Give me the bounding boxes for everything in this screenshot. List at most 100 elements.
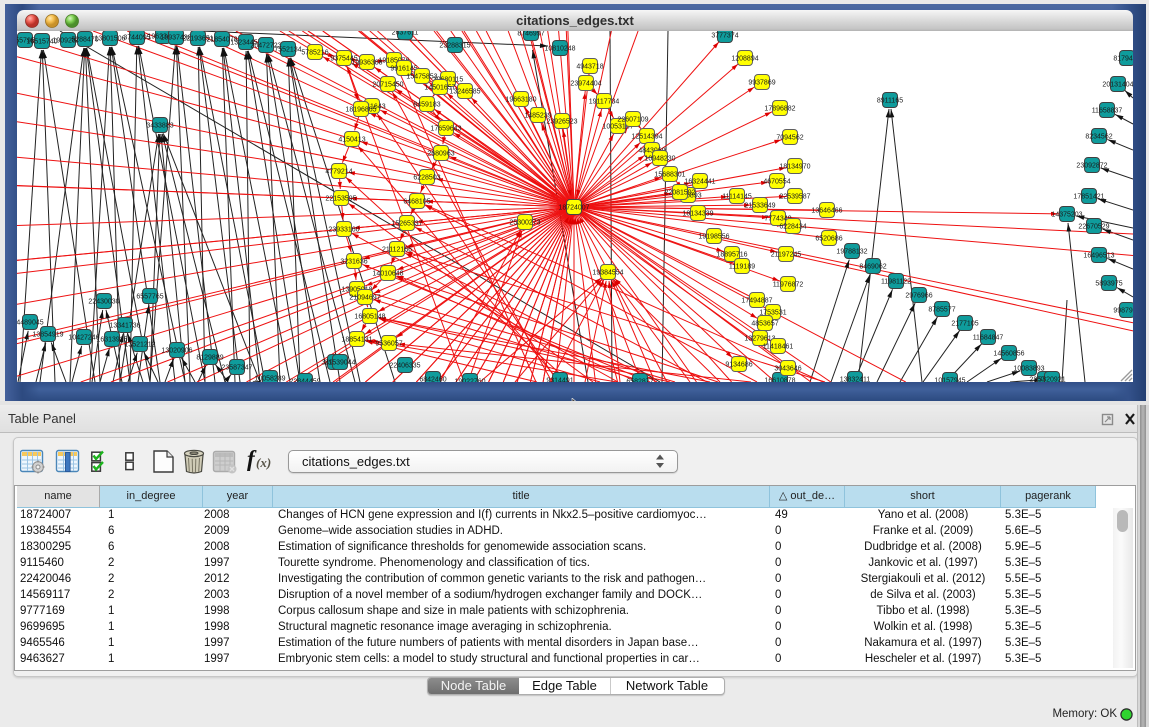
svg-text:4670554: 4670554 (763, 179, 790, 186)
svg-text:22670529: 22670529 (1078, 224, 1109, 231)
svg-text:4779214: 4779214 (325, 169, 352, 176)
svg-text:11684847: 11684847 (973, 335, 1004, 342)
svg-text:7094562: 7094562 (776, 135, 803, 142)
svg-text:23288315: 23288315 (439, 43, 470, 50)
svg-text:2680963: 2680963 (427, 151, 454, 158)
svg-text:8746997: 8746997 (517, 31, 544, 38)
svg-text:10058289: 10058289 (254, 376, 285, 383)
svg-text:19788132: 19788132 (836, 249, 867, 256)
svg-text:20131404: 20131404 (1102, 82, 1133, 89)
svg-text:13801506: 13801506 (94, 36, 125, 43)
svg-text:8469062: 8469062 (859, 264, 886, 271)
svg-text:3043646: 3043646 (774, 366, 801, 373)
svg-text:3231636: 3231636 (340, 259, 367, 266)
svg-text:21094697: 21094697 (349, 295, 380, 302)
svg-text:18134339: 18134339 (682, 211, 713, 218)
svg-text:22430030: 22430030 (88, 299, 119, 306)
svg-text:10948230: 10948230 (644, 156, 675, 163)
svg-text:11981122: 11981122 (881, 279, 911, 286)
svg-text:18134970: 18134970 (779, 164, 810, 171)
svg-text:6228503: 6228503 (413, 175, 440, 182)
svg-text:4943718: 4943718 (576, 64, 603, 71)
svg-text:22844459: 22844459 (289, 379, 320, 383)
svg-text:9937869: 9937869 (748, 80, 775, 87)
svg-text:13020906: 13020906 (161, 348, 192, 355)
svg-text:3777374: 3777374 (711, 33, 738, 40)
svg-text:11976872: 11976872 (773, 282, 804, 289)
svg-text:18895716: 18895716 (716, 252, 747, 259)
svg-text:22539587: 22539587 (779, 194, 810, 201)
svg-text:22081592: 22081592 (664, 190, 695, 197)
svg-text:6582877: 6582877 (626, 379, 653, 383)
svg-text:23926523: 23926523 (546, 119, 577, 126)
svg-text:16610878: 16610878 (764, 378, 795, 383)
svg-text:8129889: 8129889 (196, 355, 223, 362)
svg-text:10083893: 10083893 (1013, 366, 1044, 373)
svg-text:23933160: 23933160 (328, 227, 359, 234)
svg-text:23974404: 23974404 (570, 81, 601, 88)
svg-text:5785216: 5785216 (301, 50, 328, 57)
svg-text:2976966: 2976966 (905, 293, 932, 300)
svg-text:17896882: 17896882 (764, 106, 795, 113)
svg-text:13832411: 13832411 (840, 377, 871, 383)
svg-text:17494887: 17494887 (741, 298, 772, 305)
svg-text:19022760: 19022760 (454, 379, 485, 383)
svg-text:25300273: 25300273 (509, 220, 540, 227)
svg-text:10157945: 10157945 (934, 378, 965, 383)
svg-text:16805148: 16805148 (354, 314, 385, 321)
svg-text:20715450: 20715450 (372, 82, 403, 89)
svg-text:14010648: 14010648 (372, 271, 403, 278)
svg-text:6557765: 6557765 (136, 294, 163, 301)
svg-text:10810248: 10810248 (544, 46, 575, 53)
svg-text:3433883: 3433883 (146, 123, 173, 130)
svg-text:11418461: 11418461 (763, 344, 794, 351)
svg-text:2177105: 2177105 (951, 321, 978, 328)
svg-text:8911165: 8911165 (877, 98, 903, 105)
svg-text:4489045: 4489045 (17, 320, 44, 327)
svg-text:19117734: 19117734 (589, 99, 620, 106)
svg-text:8179409: 8179409 (1113, 56, 1133, 63)
svg-text:18196865: 18196865 (345, 107, 376, 114)
svg-text:9987903: 9987903 (1113, 308, 1133, 315)
svg-text:19198556: 19198556 (698, 234, 729, 241)
svg-text:11114145: 11114145 (722, 194, 752, 201)
svg-text:9916145: 9916145 (390, 66, 417, 73)
svg-text:13854919: 13854919 (32, 332, 63, 339)
svg-text:1119189: 1119189 (729, 264, 755, 271)
svg-text:6520686: 6520686 (815, 236, 842, 243)
svg-text:18724007: 18724007 (558, 205, 589, 212)
svg-text:21539044: 21539044 (324, 360, 355, 367)
svg-text:19384554: 19384554 (592, 270, 623, 277)
svg-text:2637611: 2637611 (392, 31, 419, 37)
svg-text:10427246: 10427246 (68, 335, 99, 342)
svg-text:16496513: 16496513 (1083, 253, 1114, 260)
svg-text:16324441: 16324441 (684, 179, 715, 186)
svg-text:22153595: 22153595 (325, 196, 356, 203)
svg-text:6468105: 6468105 (403, 199, 430, 206)
svg-text:13646466: 13646466 (811, 208, 842, 215)
svg-text:8234562: 8234562 (1085, 134, 1112, 141)
svg-text:4150413: 4150413 (338, 137, 365, 144)
svg-text:13521212: 13521212 (124, 342, 155, 349)
svg-text:22607109: 22607109 (617, 117, 648, 124)
svg-text:21112166: 21112166 (382, 247, 412, 254)
svg-text:15688301: 15688301 (654, 172, 685, 179)
svg-text:7552134: 7552134 (274, 47, 301, 54)
svg-text:17659643: 17659643 (430, 126, 461, 133)
svg-text:9536057: 9536057 (375, 341, 402, 348)
svg-text:12514394: 12514394 (631, 134, 662, 141)
svg-text:11658837: 11658837 (1092, 108, 1123, 115)
svg-text:13246585: 13246585 (449, 89, 480, 96)
svg-text:19663180: 19663180 (505, 97, 536, 104)
svg-text:5893975: 5893975 (1095, 281, 1122, 288)
svg-text:23092872: 23092872 (1076, 163, 1107, 170)
svg-text:15265337: 15265337 (391, 221, 422, 228)
svg-text:17851421: 17851421 (1073, 194, 1104, 201)
svg-text:21197245: 21197245 (771, 252, 802, 259)
svg-text:18854131: 18854131 (341, 337, 372, 344)
svg-text:14375203: 14375203 (1051, 212, 1082, 219)
svg-text:23587347: 23587347 (221, 365, 252, 372)
svg-text:8459183: 8459183 (413, 102, 440, 109)
svg-text:6842460: 6842460 (419, 377, 446, 383)
svg-text:13341736: 13341736 (109, 323, 140, 330)
